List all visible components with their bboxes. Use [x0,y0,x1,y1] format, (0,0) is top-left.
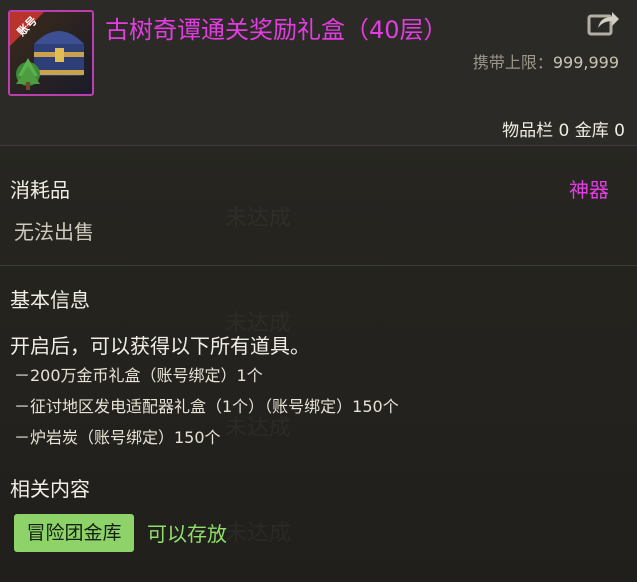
reward-line: －炉岩炭（账号绑定）150个 [14,428,221,447]
carry-limit-value: 999,999 [552,53,619,72]
carry-limit-label: 携带上限： [472,53,553,72]
reward-line: －征讨地区发电适配器礼盒（1个）（账号绑定）150个 [14,397,399,416]
background-ghost-text: 未达成 [225,515,291,547]
reward-line: －200万金币礼盒（账号绑定）1个 [14,366,263,385]
carry-limit: 携带上限：999,999 [473,49,619,73]
basic-info-title: 基本信息 [10,288,90,312]
item-category: 消耗品 [10,178,70,202]
divider [0,265,637,266]
item-rarity: 神器 [569,178,609,202]
divider [0,145,637,146]
basic-info-main: 开启后，可以获得以下所有道具。 [10,334,310,358]
adventure-vault-tag[interactable]: 冒险团金库 [14,514,134,552]
sell-status: 无法出售 [14,220,94,244]
share-arrow-icon [587,12,619,36]
share-button[interactable] [586,8,620,38]
tooltip-header: 账号 古树奇谭通关奖励礼盒（40层） 携带上限：999,999 物品栏 0 金库… [0,0,637,145]
background-ghost-text: 未达成 [225,200,291,232]
storage-counts: 物品栏 0 金库 0 [502,121,625,141]
related-content-title: 相关内容 [10,477,90,501]
item-tooltip-panel: 未达成 未达成 未达成 未达成 未达成 账号 古树奇谭通关奖励礼盒（40层） [0,0,637,582]
item-title: 古树奇谭通关奖励礼盒（40层） [105,16,448,44]
treasure-chest-icon: 账号 [8,10,94,96]
storable-note: 可以存放 [147,522,227,546]
